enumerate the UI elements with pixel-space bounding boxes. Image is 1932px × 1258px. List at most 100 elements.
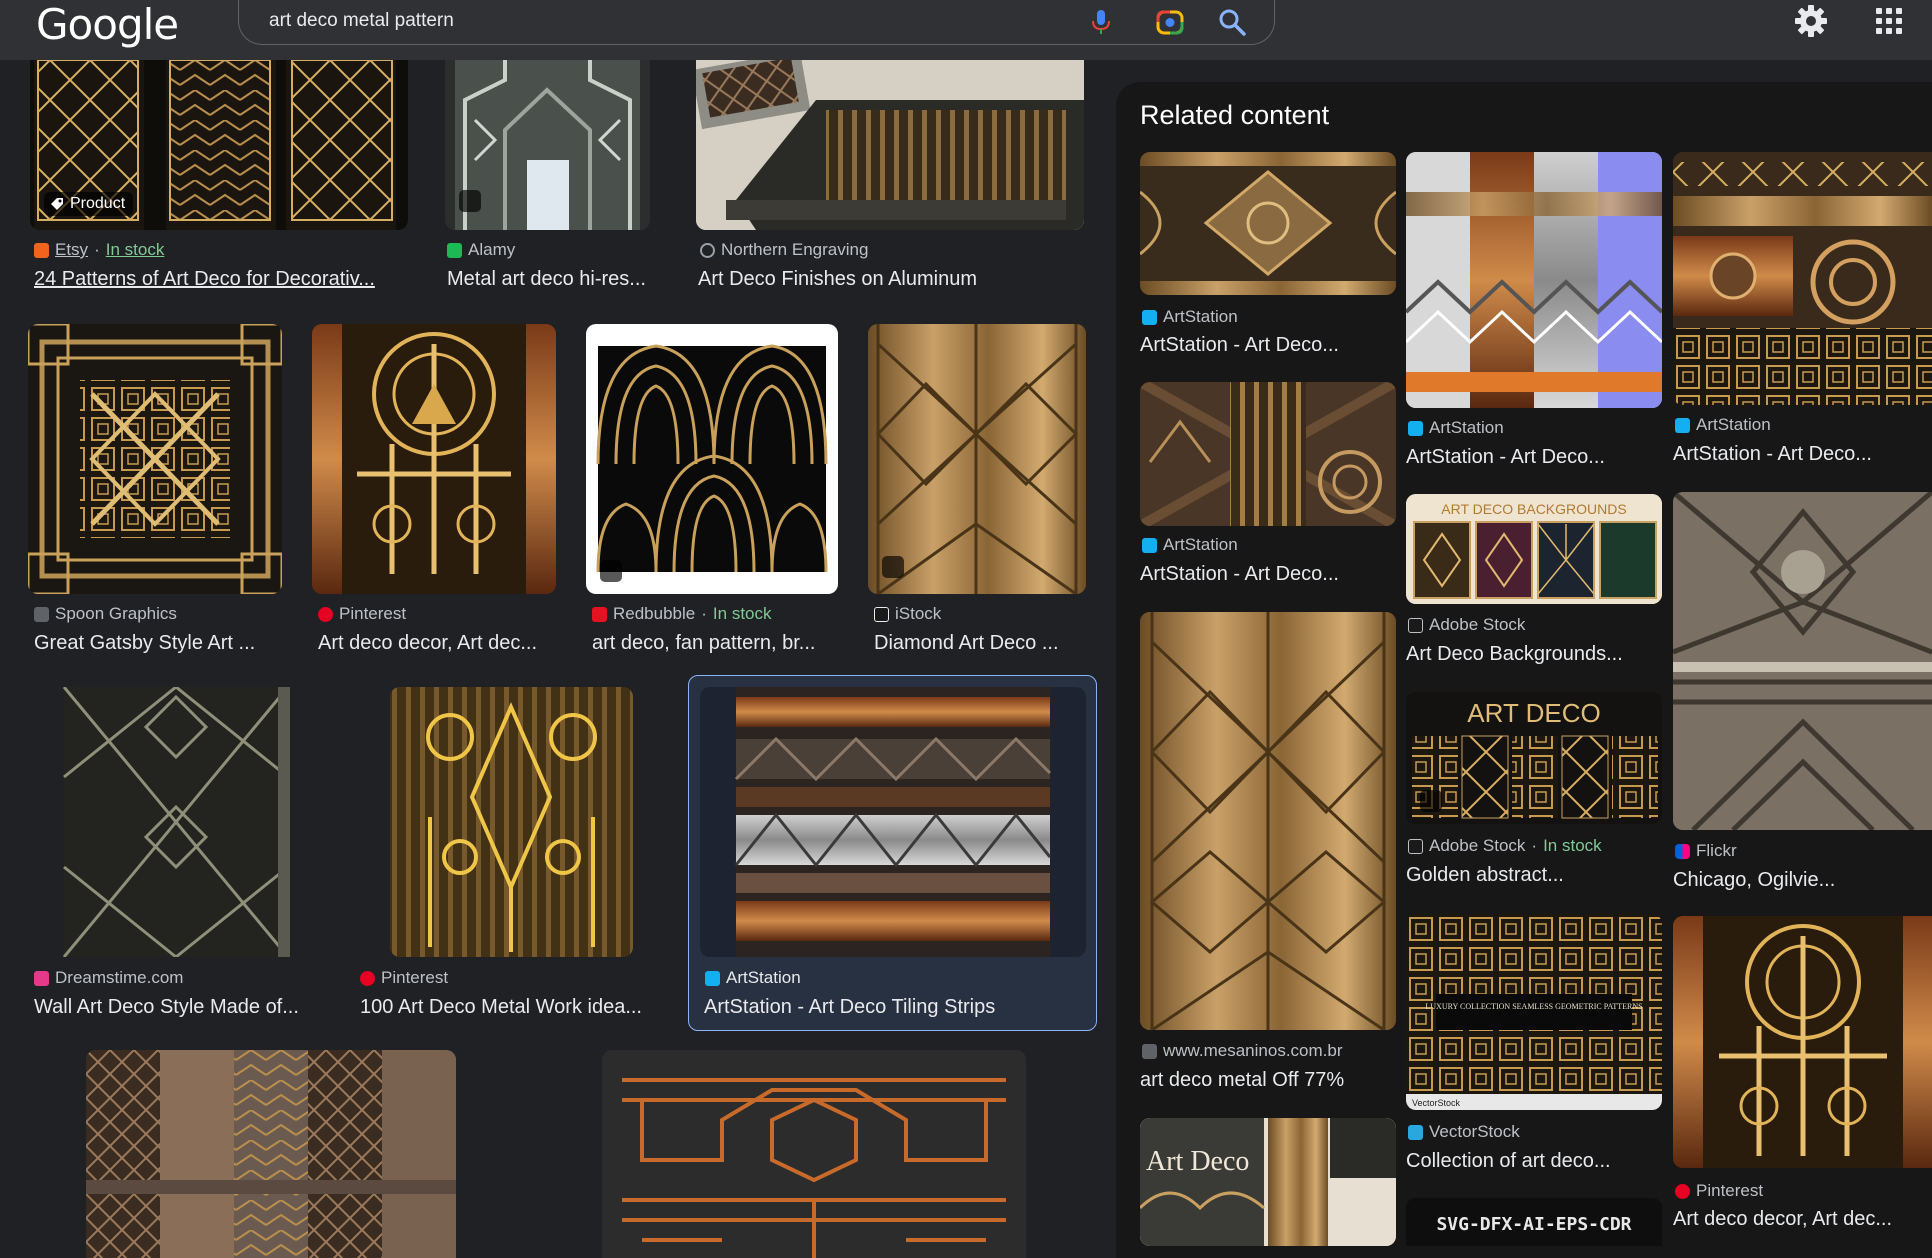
result-source[interactable]: Dreamstime.com <box>34 968 183 988</box>
result-title[interactable]: Wall Art Deco Style Made of... <box>34 996 329 1019</box>
artstation-icon <box>705 970 720 986</box>
result-thumbnail[interactable] <box>586 324 838 594</box>
result-title[interactable]: Art Deco Finishes on Aluminum <box>698 268 1088 291</box>
related-source[interactable]: VectorStock <box>1408 1122 1520 1142</box>
source-name[interactable]: www.mesaninos.com.br <box>1163 1041 1343 1061</box>
result-thumbnail[interactable] <box>696 60 1084 230</box>
related-title[interactable]: Chicago, Ogilvie... <box>1673 869 1929 892</box>
result-thumbnail[interactable] <box>86 1050 456 1258</box>
related-source[interactable]: Adobe Stock · In stock <box>1408 836 1602 856</box>
related-title[interactable]: Golden abstract... <box>1406 864 1662 887</box>
result-title[interactable]: Great Gatsby Style Art ... <box>34 632 284 655</box>
source-name[interactable]: Northern Engraving <box>721 240 868 260</box>
source-name[interactable]: Pinterest <box>339 604 406 624</box>
search-icon[interactable] <box>1217 7 1247 37</box>
related-title[interactable]: Collection of art deco... <box>1406 1150 1662 1173</box>
related-thumbnail[interactable]: Art Deco <box>1140 1118 1396 1246</box>
result-source[interactable]: Spoon Graphics <box>34 604 177 624</box>
related-title[interactable]: Art Deco Backgrounds... <box>1406 643 1662 666</box>
related-title[interactable]: art deco metal Off 77% <box>1140 1069 1396 1092</box>
source-name[interactable]: ArtStation <box>1163 535 1238 555</box>
source-name[interactable]: Flickr <box>1696 841 1737 861</box>
related-source[interactable]: Pinterest <box>1675 1181 1763 1201</box>
gear-icon[interactable] <box>1793 3 1829 39</box>
source-name[interactable]: ArtStation <box>726 968 801 988</box>
result-source[interactable]: Etsy · In stock <box>34 240 164 260</box>
related-thumbnail[interactable] <box>1406 152 1662 408</box>
related-thumbnail[interactable] <box>1673 152 1932 405</box>
related-thumbnail[interactable]: LUXURY COLLECTION SEAMLESS GEOMETRIC PAT… <box>1406 914 1662 1110</box>
result-source[interactable]: Northern Engraving <box>700 240 868 260</box>
result-title[interactable]: ArtStation - Art Deco Tiling Strips <box>704 996 1084 1019</box>
result-source[interactable]: iStock <box>874 604 941 624</box>
source-name[interactable]: Spoon Graphics <box>55 604 177 624</box>
related-thumbnail[interactable] <box>1673 916 1932 1168</box>
related-title[interactable]: ArtStation - Art Deco... <box>1406 446 1662 469</box>
source-name[interactable]: Pinterest <box>1696 1181 1763 1201</box>
result-title[interactable]: Metal art deco hi-res... <box>447 268 657 291</box>
related-source[interactable]: ArtStation <box>1675 415 1771 435</box>
related-thumbnail[interactable]: ART DECO <box>1406 692 1662 824</box>
source-name[interactable]: Redbubble <box>613 604 695 624</box>
google-lens-icon[interactable] <box>1155 8 1185 36</box>
dreamstime-icon <box>34 970 49 986</box>
result-thumbnail[interactable] <box>868 324 1086 594</box>
related-thumbnail[interactable] <box>1140 152 1396 295</box>
related-source[interactable]: www.mesaninos.com.br <box>1142 1041 1343 1061</box>
result-title[interactable]: art deco, fan pattern, br... <box>592 632 840 655</box>
result-source[interactable]: Pinterest <box>360 968 448 988</box>
result-title[interactable]: Diamond Art Deco ... <box>874 632 1089 655</box>
result-source[interactable]: Pinterest <box>318 604 406 624</box>
result-thumbnail[interactable] <box>28 687 326 957</box>
carved-panels-image <box>1140 382 1396 526</box>
source-name[interactable]: Adobe Stock <box>1429 615 1525 635</box>
source-name[interactable]: Pinterest <box>381 968 448 988</box>
related-thumbnail[interactable]: SVG-DFX-AI-EPS-CDR <box>1406 1198 1662 1246</box>
chicago-ogilvie-relief-image <box>1673 492 1932 830</box>
related-source[interactable]: ArtStation <box>1408 418 1504 438</box>
mic-icon[interactable] <box>1089 8 1113 36</box>
source-name[interactable]: Adobe Stock <box>1429 836 1525 856</box>
result-thumbnail[interactable] <box>700 687 1086 957</box>
source-name[interactable]: Dreamstime.com <box>55 968 183 988</box>
related-title[interactable]: ArtStation - Art Deco... <box>1140 334 1396 357</box>
source-name[interactable]: ArtStation <box>1429 418 1504 438</box>
gatsby-frame-image <box>28 324 282 594</box>
result-title[interactable]: 24 Patterns of Art Deco for Decorativ... <box>34 268 404 291</box>
related-title[interactable]: Art deco decor, Art dec... <box>1673 1208 1929 1231</box>
result-thumbnail[interactable] <box>390 687 633 957</box>
result-thumbnail[interactable] <box>28 324 282 594</box>
google-apps-icon[interactable] <box>1874 6 1904 36</box>
art-deco-tiles-image <box>1673 152 1932 405</box>
result-title[interactable]: Art deco decor, Art dec... <box>318 632 558 655</box>
source-name[interactable]: ArtStation <box>1696 415 1771 435</box>
source-name[interactable]: VectorStock <box>1429 1122 1520 1142</box>
related-thumbnail[interactable] <box>1140 382 1396 526</box>
search-input[interactable] <box>269 8 1049 34</box>
related-source[interactable]: ArtStation <box>1142 535 1238 555</box>
result-thumbnail[interactable] <box>312 324 556 594</box>
related-source[interactable]: ArtStation <box>1142 307 1238 327</box>
result-source[interactable]: Redbubble · In stock <box>592 604 772 624</box>
source-name[interactable]: Etsy <box>55 240 88 260</box>
related-thumbnail[interactable] <box>1140 612 1396 1030</box>
result-thumbnail[interactable]: Product <box>30 60 408 230</box>
art-deco-text: Art Deco <box>1146 1146 1249 1177</box>
related-source[interactable]: Adobe Stock <box>1408 615 1525 635</box>
result-source[interactable]: Alamy <box>447 240 515 260</box>
related-title[interactable]: ArtStation - Art Deco... <box>1673 443 1929 466</box>
related-source[interactable]: Flickr <box>1675 841 1737 861</box>
source-name[interactable]: iStock <box>895 604 941 624</box>
google-logo[interactable]: Google <box>36 0 179 50</box>
pinterest-icon <box>360 970 375 986</box>
result-source[interactable]: ArtStation <box>705 968 801 988</box>
related-thumbnail[interactable] <box>1673 492 1932 830</box>
search-box[interactable] <box>238 0 1275 45</box>
result-thumbnail[interactable] <box>602 1050 1026 1258</box>
source-name[interactable]: ArtStation <box>1163 307 1238 327</box>
result-title[interactable]: 100 Art Deco Metal Work idea... <box>360 996 665 1019</box>
related-title[interactable]: ArtStation - Art Deco... <box>1140 563 1396 586</box>
source-name[interactable]: Alamy <box>468 240 515 260</box>
related-thumbnail[interactable]: ART DECO BACKGROUNDS <box>1406 494 1662 604</box>
result-thumbnail[interactable] <box>445 60 650 230</box>
